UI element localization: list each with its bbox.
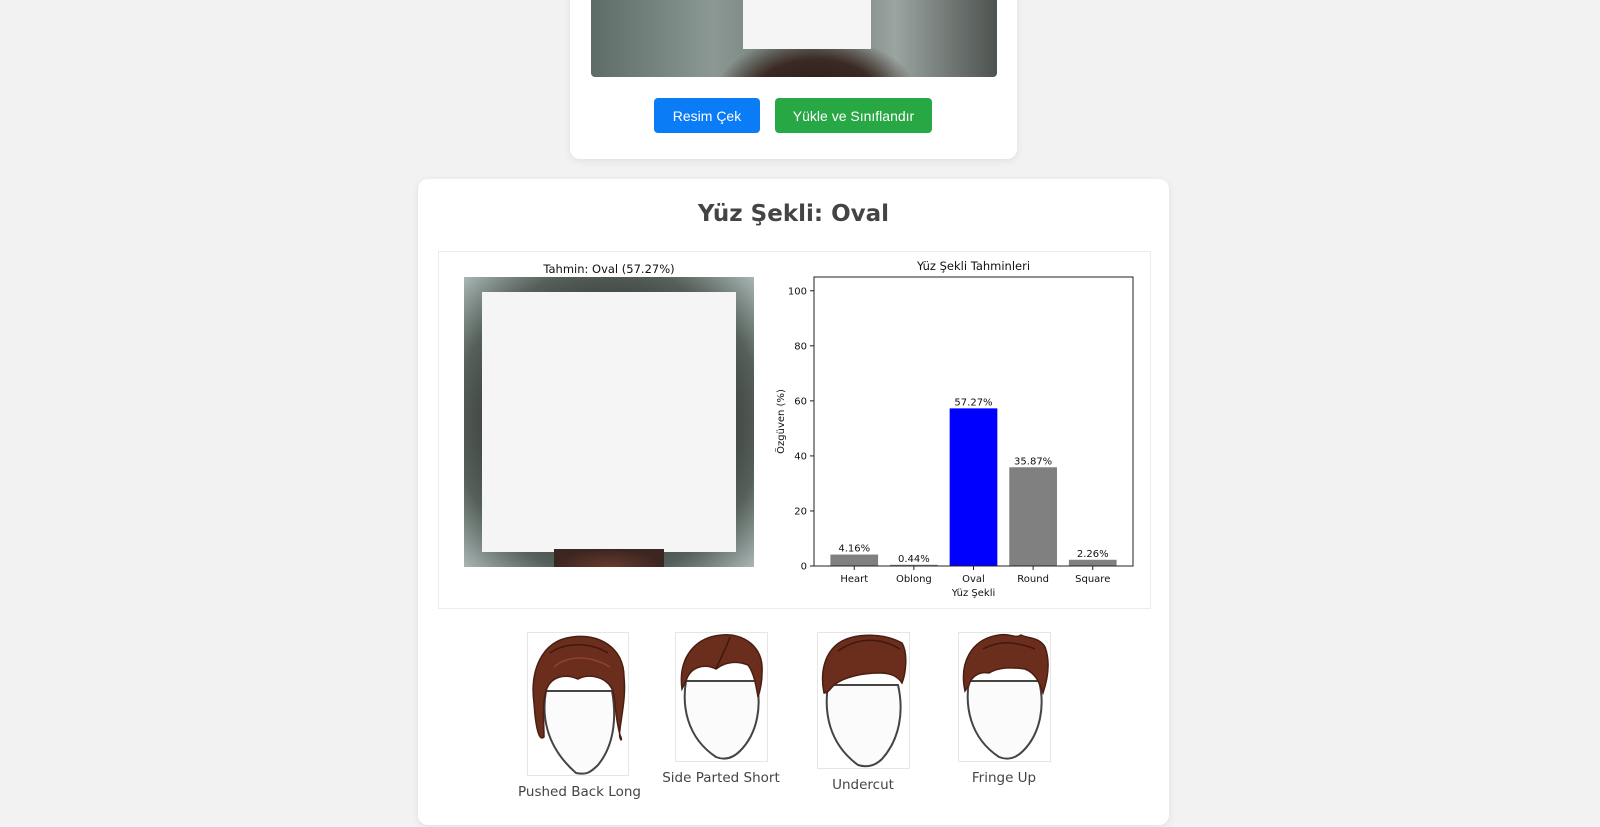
face-redaction-mask: [482, 292, 736, 552]
x-tick-label: Round: [1017, 574, 1049, 585]
bar-oval: [949, 408, 998, 566]
result-title: Yüz Şekli: Oval: [697, 201, 890, 227]
x-tick-label: Square: [1075, 574, 1110, 585]
prediction-figure: Tahmin: Oval (57.27%) Yüz Şekli Tahminle…: [438, 251, 1151, 609]
x-axis-label: Yüz Şekli: [951, 588, 996, 599]
y-tick-label: 100: [788, 286, 807, 297]
face-chin-area: [554, 549, 664, 567]
hairstyle-card[interactable]: Pushed Back Long: [518, 632, 641, 800]
fringe-up-hair-icon: [962, 633, 1049, 760]
bar-value-label: 57.27%: [954, 397, 992, 408]
bar-square: [1068, 559, 1117, 566]
x-tick-label: Oval: [962, 574, 985, 585]
capture-card: Resim Çek Yükle ve Sınıflandır: [570, 0, 1017, 159]
confidence-bar-chart: Yüz Şekli Tahminleri 0 20 40 60 80 100 4.16% Hea…: [774, 259, 1134, 599]
bar-value-label: 0.44%: [898, 554, 930, 565]
hairstyle-label: Undercut: [832, 777, 894, 793]
undercut-hair-icon: [821, 634, 906, 768]
hairstyle-card[interactable]: Side Parted Short: [661, 632, 781, 786]
y-axis-label: Özgüven (%): [774, 389, 787, 454]
hairstyle-label: Fringe Up: [971, 770, 1037, 786]
bar-round: [1009, 467, 1057, 566]
camera-preview: [591, 0, 997, 77]
hairstyle-label: Side Parted Short: [662, 770, 780, 786]
y-tick-label: 80: [794, 341, 807, 352]
y-tick-label: 60: [794, 396, 807, 407]
hairstyle-card[interactable]: Fringe Up: [944, 632, 1064, 786]
camera-redaction-mask: [743, 0, 871, 49]
face-image: [464, 277, 754, 567]
side-parted-short-hair-icon: [680, 634, 763, 760]
hairstyle-image-frame: [816, 632, 910, 769]
chart-title: Yüz Şekli Tahminleri: [916, 259, 1030, 273]
y-tick-label: 40: [794, 451, 807, 462]
bar-heart: [830, 554, 879, 566]
result-card: Yüz Şekli: Oval Tahmin: Oval (57.27%) Yü…: [418, 179, 1169, 825]
capture-photo-button[interactable]: Resim Çek: [654, 98, 760, 133]
x-tick-label: Heart: [840, 574, 868, 585]
prediction-title: Tahmin: Oval (57.27%): [543, 262, 675, 276]
pushed-back-long-hair-icon: [532, 635, 626, 775]
bar-value-label: 2.26%: [1077, 549, 1109, 560]
bar-value-label: 4.16%: [838, 544, 870, 555]
hairstyle-image-frame: [674, 632, 768, 762]
hairstyle-card[interactable]: Undercut: [803, 632, 923, 793]
hairstyle-image-frame: [527, 632, 629, 776]
hairstyle-label: Pushed Back Long: [518, 784, 641, 800]
y-tick-label: 0: [801, 562, 807, 573]
bar-value-label: 35.87%: [1014, 456, 1052, 467]
x-tick-label: Oblong: [896, 574, 932, 585]
hairstyle-image-frame: [957, 632, 1051, 762]
y-tick-label: 20: [794, 506, 807, 517]
upload-classify-button[interactable]: Yükle ve Sınıflandır: [775, 98, 932, 133]
